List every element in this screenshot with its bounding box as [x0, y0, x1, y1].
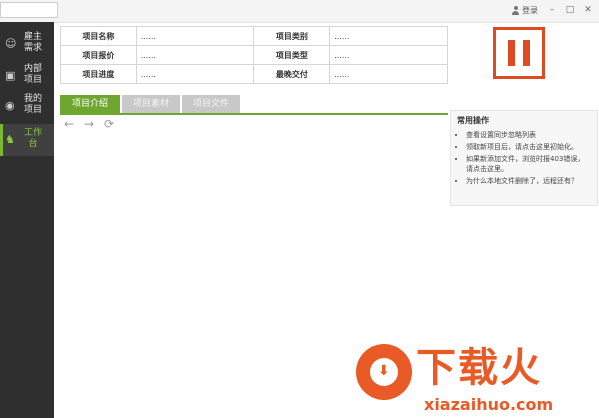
tab-bar: 项目介绍 项目素材 项目文件: [60, 95, 448, 113]
table-row: 项目报价 ...... 项目类型 ......: [60, 45, 448, 65]
label-project-quote: 项目报价: [60, 45, 137, 65]
pause-icon: [523, 40, 530, 66]
forward-icon[interactable]: →: [82, 117, 96, 131]
sidebar-item-employer-needs[interactable]: ☺ 雇主需求: [0, 28, 54, 60]
maximize-button[interactable]: □: [564, 4, 576, 16]
value-project-progress: ......: [135, 64, 255, 84]
browser-toolbar: ← → ⟳: [62, 117, 116, 131]
value-project-category: ......: [329, 26, 448, 46]
back-icon[interactable]: ←: [62, 117, 76, 131]
login-link[interactable]: 登录: [511, 5, 538, 16]
close-button[interactable]: ✕: [582, 4, 594, 16]
label-project-type: 项目类型: [253, 45, 331, 65]
folder-icon: ▣: [5, 69, 16, 82]
label-latest-delivery: 最晚交付: [253, 64, 331, 84]
workbench-icon: ♞: [5, 133, 15, 146]
value-project-name: ......: [135, 26, 255, 46]
minimize-button[interactable]: –: [546, 4, 558, 16]
value-project-quote: ......: [135, 45, 255, 65]
active-indicator: [0, 124, 3, 156]
list-item[interactable]: 如果新添加文件，浏览时报403错误，请点击这里。: [466, 154, 591, 174]
list-item[interactable]: 查看设置同步忽略列表: [466, 130, 591, 140]
sidebar-item-label: 工作台: [23, 128, 42, 149]
label-project-progress: 项目进度: [60, 64, 137, 84]
sidebar-item-my-projects[interactable]: ◉ 我的项目: [0, 90, 54, 122]
tab-underline: [60, 113, 448, 115]
table-row: 项目进度 ...... 最晚交付 ......: [60, 64, 448, 84]
watermark: ⬇ 下载火 xiazaihuo.com: [352, 340, 598, 418]
user-icon: ☺: [5, 37, 17, 50]
value-latest-delivery: ......: [329, 64, 448, 84]
sidebar-item-label: 我的项目: [23, 94, 42, 115]
person-icon: ◉: [5, 99, 15, 112]
refresh-icon[interactable]: ⟳: [102, 117, 116, 131]
login-label: 登录: [522, 6, 538, 15]
user-icon: [511, 6, 520, 15]
tab-project-intro[interactable]: 项目介绍: [60, 95, 120, 113]
sidebar-item-label: 雇主需求: [23, 32, 42, 53]
tab-project-files[interactable]: 项目文件: [182, 95, 240, 113]
table-row: 项目名称 ...... 项目类别 ......: [60, 26, 448, 46]
logo-inner: ⬇: [370, 358, 398, 386]
pause-button[interactable]: [493, 27, 545, 79]
watermark-title: 下载火: [416, 345, 542, 391]
label-project-name: 项目名称: [60, 26, 137, 46]
pause-icon: [508, 40, 515, 66]
flame-logo-icon: ⬇: [356, 344, 412, 400]
common-operations-panel: 常用操作 查看设置同步忽略列表 领取新项目后，请点击这里初始化。 如果新添加文件…: [450, 110, 598, 206]
list-item[interactable]: 为什么本地文件删除了，远程还有？: [466, 176, 591, 186]
sidebar-item-label: 内部项目: [23, 64, 42, 85]
list-item[interactable]: 领取新项目后，请点击这里初始化。: [466, 142, 591, 152]
project-info-table: 项目名称 ...... 项目类别 ...... 项目报价 ...... 项目类型…: [60, 26, 448, 84]
value-project-type: ......: [329, 45, 448, 65]
address-input[interactable]: [0, 2, 58, 18]
label-project-category: 项目类别: [253, 26, 331, 46]
panel-title: 常用操作: [457, 116, 489, 125]
watermark-url: xiazaihuo.com: [424, 395, 554, 414]
title-bar: 登录 – □ ✕: [0, 0, 599, 23]
sidebar: ☺ 雇主需求 ▣ 内部项目 ◉ 我的项目 ♞ 工作台: [0, 22, 54, 418]
tab-project-materials[interactable]: 项目素材: [122, 95, 180, 113]
download-icon: ⬇: [378, 363, 390, 379]
sidebar-item-internal-projects[interactable]: ▣ 内部项目: [0, 60, 54, 92]
sidebar-item-workbench[interactable]: ♞ 工作台: [0, 124, 54, 156]
